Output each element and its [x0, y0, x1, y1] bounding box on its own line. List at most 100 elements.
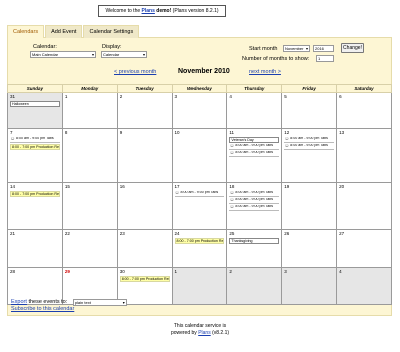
display-label: Display: [102, 44, 122, 50]
day-cell[interactable]: 31 Halloween [7, 92, 63, 129]
day-number: 28 [10, 269, 16, 274]
export-row: Export these events to: plain text [11, 298, 127, 306]
event-item[interactable]: ☺ 8:00 am - 9:00 pm Tabs [229, 144, 280, 150]
export-link[interactable]: Export [11, 299, 27, 305]
day-cell[interactable]: 20 [336, 182, 392, 230]
event-item[interactable]: 8:00 - 7:00 pm Production Release Window [10, 191, 60, 197]
day-cell[interactable]: 1 [171, 267, 228, 305]
day-number: 13 [339, 130, 345, 135]
day-number: 5 [284, 94, 287, 99]
day-cell[interactable]: 7 ☺ 8:00 am - 9:00 pm Tabs 8:00 - 7:00 pm P… [7, 128, 63, 183]
footer-plans-link[interactable]: Plans [198, 330, 211, 336]
display-select[interactable]: Calendar [101, 51, 147, 58]
welcome-prefix: Welcome to the [105, 8, 141, 14]
day-cell[interactable]: 27 [336, 229, 392, 268]
weekday-header-thursday: Thursday [226, 84, 283, 93]
calendar-label: Calendar: [33, 44, 57, 50]
day-cell[interactable]: 23 [116, 229, 173, 268]
day-cell[interactable]: 2 [116, 92, 173, 129]
day-cell[interactable]: 2 [226, 267, 283, 305]
day-number: 26 [284, 231, 290, 236]
tab-calendars[interactable]: Calendars [7, 25, 45, 38]
weekday-header-monday: Monday [61, 84, 118, 93]
tab-calendar-settings[interactable]: Calendar Settings [83, 25, 140, 38]
event-item[interactable]: ☺ 8:00 am - 9:00 pm Tabs [284, 137, 335, 143]
day-cell[interactable]: 1 [61, 92, 118, 129]
subscribe-link[interactable]: Subscribe to this calendar [11, 306, 74, 312]
plans-link[interactable]: Plans [142, 8, 155, 14]
day-cell[interactable]: 8 [61, 128, 118, 183]
calendar-select[interactable]: Main Calendar [30, 51, 96, 58]
event-item[interactable]: ☺ 8:00 am - 9:00 pm Tabs [284, 144, 335, 150]
calendar-week-row: 7 ☺ 8:00 am - 9:00 pm Tabs 8:00 - 7:00 pm P… [7, 128, 392, 183]
calendar-week-row: 31 Halloween 1 2 3 4 5 6 [7, 92, 392, 129]
previous-month-link[interactable]: < previous month [114, 69, 156, 75]
event-item[interactable]: Thanksgiving [229, 238, 280, 244]
event-item[interactable]: 8:00 - 7:00 pm Production Release Window [174, 238, 225, 244]
day-number: 22 [64, 231, 70, 236]
day-number: 4 [229, 94, 232, 99]
event-item[interactable]: ☺ 8:00 am - 9:00 pm Tabs [229, 205, 280, 211]
event-item[interactable]: 8:00 - 7:00 pm Production Release Window [119, 276, 170, 282]
event-text: 8:00 am - 9:00 pm Tabs [290, 144, 328, 147]
change-button[interactable]: Change! [341, 43, 364, 53]
calendar-grid: Sunday Monday Tuesday Wednesday Thursday Frid… [7, 84, 392, 305]
day-cell[interactable]: 21 [7, 229, 63, 268]
subscribe-row: Subscribe to this calendar [11, 306, 74, 312]
calendar-week-row: 21 22 23 24 8:00 - 7:00 pm Production Releas… [7, 229, 392, 268]
start-year-input[interactable]: 2016 [313, 45, 334, 52]
day-cell[interactable]: 24 8:00 - 7:00 pm Production Release Wind… [171, 229, 228, 268]
event-item[interactable]: ☺ 8:00 am - 9:00 pm Tabs [229, 191, 280, 197]
start-month-select[interactable]: November [283, 45, 310, 52]
weekday-header-tuesday: Tuesday [116, 84, 173, 93]
event-item[interactable]: ☺ 8:00 am - 9:00 pm Tabs [229, 198, 280, 204]
event-icon: ☺ [10, 137, 16, 142]
event-item[interactable]: Halloween [10, 101, 60, 107]
day-cell[interactable]: 16 [116, 182, 173, 230]
weekday-header-saturday: Saturday [336, 84, 392, 93]
day-cell[interactable]: 6 [336, 92, 392, 129]
day-cell[interactable]: 18 ☺ 8:00 am - 9:00 pm Tabs ☺ 8:00 am - 9:00… [226, 182, 283, 230]
event-icon: ☺ [229, 151, 235, 156]
day-cell[interactable]: 15 [61, 182, 118, 230]
event-text: 8:00 am - 9:00 pm Tabs [235, 144, 274, 147]
event-text: 8:00 am - 9:00 pm Tabs [290, 137, 328, 140]
day-cell[interactable]: 19 [281, 182, 338, 230]
day-number: 10 [174, 130, 180, 135]
day-cell[interactable]: 25 Thanksgiving [226, 229, 283, 268]
day-cell[interactable]: 26 [281, 229, 338, 268]
event-text: 8:00 am - 9:00 pm Tabs [235, 205, 274, 208]
footer-powered: powered by [170, 329, 197, 336]
day-cell[interactable]: 3 [171, 92, 228, 129]
num-months-input[interactable]: 1 [316, 55, 334, 62]
day-cell[interactable]: 4 [336, 267, 392, 305]
day-cell[interactable]: 13 [336, 128, 392, 183]
event-item[interactable]: ☺ 8:00 am - 9:00 pm Tabs [10, 137, 60, 143]
day-cell[interactable]: 10 [171, 128, 228, 183]
start-month-label: Start month [249, 46, 278, 52]
event-item[interactable]: Veteran's Day [229, 137, 280, 143]
footer-version: (v8.2.1) [212, 329, 230, 336]
calendar-week-row: 14 8:00 - 7:00 pm Production Release Wind… [7, 182, 392, 230]
month-title: November 2010 [178, 68, 230, 75]
day-cell[interactable]: 17 ☺ 8:00 am - 9:00 pm Tabs [171, 182, 228, 230]
day-cell[interactable]: 12 ☺ 8:00 am - 9:00 pm Tabs ☺ 8:00 am - 9:00… [281, 128, 338, 183]
day-cell[interactable]: 22 [61, 229, 118, 268]
event-item[interactable]: 8:00 - 7:00 pm Production Release Window [10, 144, 60, 150]
day-cell[interactable]: 9 [116, 128, 173, 183]
event-icon: ☺ [229, 198, 235, 203]
day-cell[interactable]: 3 [281, 267, 338, 305]
day-cell[interactable]: 5 [281, 92, 338, 129]
day-number: 20 [339, 184, 345, 189]
tab-add-event[interactable]: Add Event [45, 25, 83, 38]
day-number: 11 [229, 130, 235, 135]
day-cell[interactable]: 14 8:00 - 7:00 pm Production Release Wind… [7, 182, 63, 230]
day-number: 18 [229, 184, 235, 189]
day-cell[interactable]: 11 Veteran's Day ☺ 8:00 am - 9:00 pm Tabs ☺ 8… [226, 128, 283, 183]
day-number: 25 [229, 231, 235, 236]
event-item[interactable]: ☺ 8:00 am - 9:00 pm Tabs [174, 191, 225, 197]
export-format-select[interactable]: plain text [72, 299, 127, 306]
day-cell[interactable]: 4 [226, 92, 283, 129]
next-month-link[interactable]: next month > [249, 69, 281, 75]
event-item[interactable]: ☺ 8:00 am - 9:00 pm Tabs [229, 151, 280, 157]
